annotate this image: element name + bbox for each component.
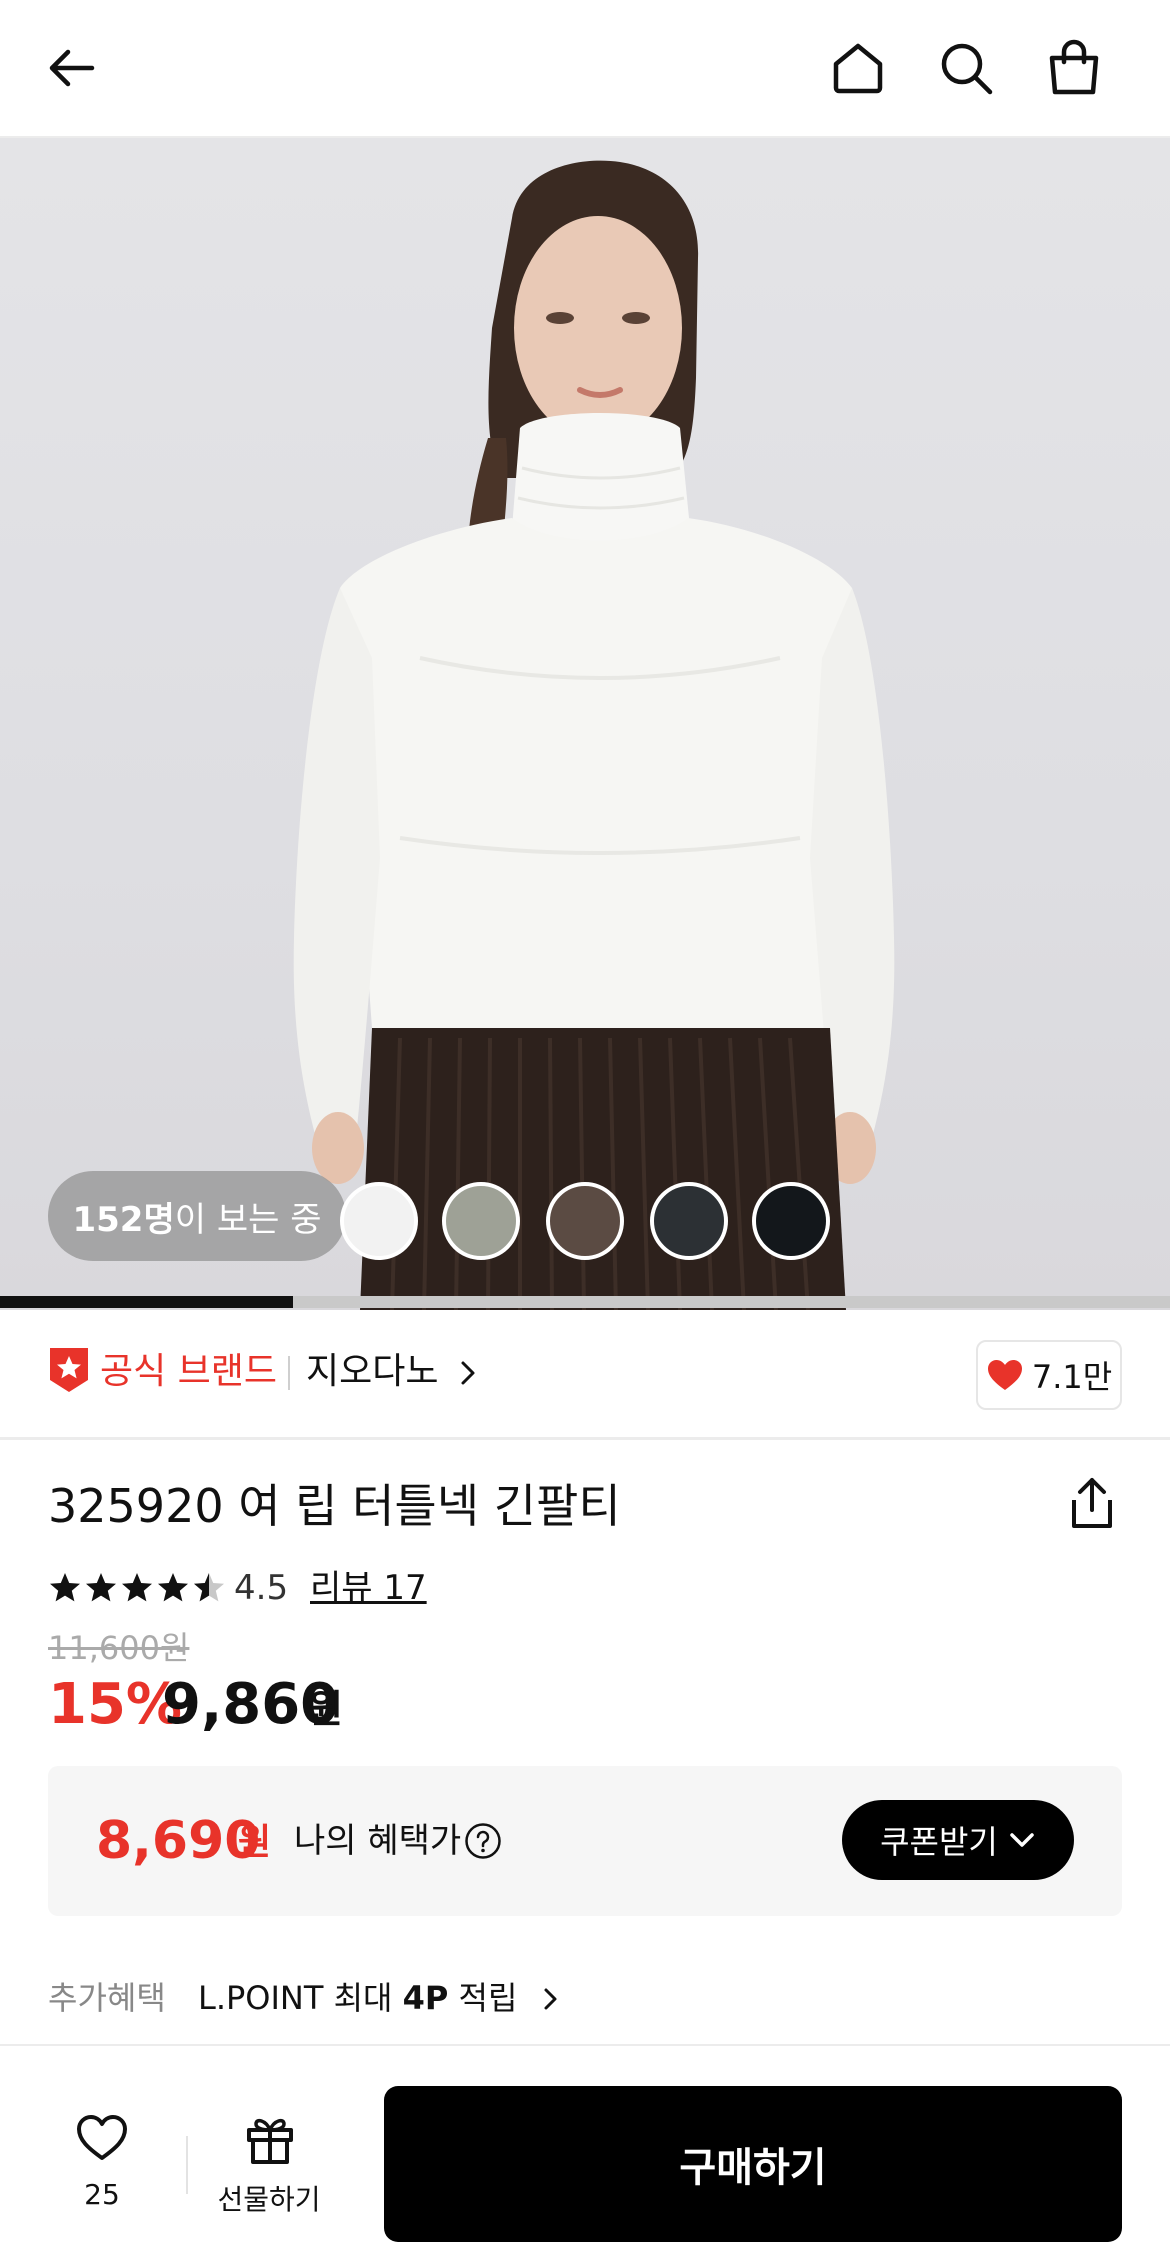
back-arrow-icon [49,49,95,87]
divider [288,1356,290,1390]
rating-stars [48,1568,228,1608]
carousel-progress-fill [0,1296,293,1308]
heart-filled-icon [987,1360,1022,1390]
home-icon [833,43,883,94]
star-icon [122,1573,152,1602]
extra-benefit-label: 추가혜택 [48,1979,166,2017]
chevron-down-icon [1010,1833,1034,1847]
color-swatch[interactable] [650,1182,728,1260]
star-icon [50,1573,80,1602]
shopping-bag-icon [1049,39,1099,95]
get-coupon-button[interactable]: 쿠폰받기 [842,1800,1074,1880]
extra-benefit-suffix: 적립 [448,1979,518,2017]
home-button[interactable] [818,28,898,108]
wishlist-count: 25 [84,2178,120,2211]
cart-button[interactable] [1034,28,1114,108]
original-price: 11,600원 [48,1629,190,1667]
star-icon [86,1573,116,1602]
live-viewers-badge: 152명 이 보는 중 [48,1171,346,1261]
review-link[interactable]: 리뷰 17 [310,1566,427,1610]
product-image-carousel[interactable]: 152명 이 보는 중 [0,138,1170,1310]
heart-outline-icon [77,2115,127,2160]
sale-price-currency: 원 [308,1687,343,1731]
gift-icon [247,2118,293,2164]
viewers-count: 152명 [72,1199,175,1240]
star-icon [158,1573,188,1602]
official-badge-icon [50,1348,88,1392]
product-photo [293,160,895,1310]
coupon-button-label: 쿠폰받기 [880,1823,998,1861]
buy-button[interactable]: 구매하기 [384,2086,1122,2242]
official-brand-label: 공식 브랜드 [100,1351,278,1392]
brand-name-link[interactable]: 지오다노 [306,1350,438,1394]
back-button[interactable] [32,28,112,108]
share-icon[interactable] [1064,1474,1120,1534]
color-swatch[interactable] [546,1182,624,1260]
product-title: 325920 여 립 터틀넥 긴팔티 [48,1479,621,1533]
color-swatch[interactable] [340,1182,418,1260]
rating-value: 4.5 [234,1568,289,1608]
brand-like-button[interactable]: 7.1만 [976,1340,1122,1410]
color-swatch[interactable] [442,1182,520,1260]
brand-row: 공식 브랜드 지오다노 7.1만 [0,1310,1170,1440]
search-icon [941,43,993,95]
like-count: 7.1만 [1031,1358,1113,1396]
extra-benefit-link[interactable]: L.POINT 최대 4P 적립 [198,1976,517,2020]
extra-benefit-prefix: L.POINT 최대 [198,1979,403,2017]
color-swatch[interactable] [752,1182,830,1260]
bottom-action-bar: 25 선물하기 구매하기 [0,2044,1170,2254]
my-benefit-box: 8,690 원 나의 혜택가 쿠폰받기 [48,1766,1122,1916]
benefit-currency: 원 [238,1822,272,1863]
chevron-right-icon[interactable] [540,1986,560,2012]
chevron-right-icon[interactable] [456,1358,480,1388]
carousel-progress [0,1296,1170,1308]
gift-label: 선물하기 [217,2183,321,2216]
benefit-price: 8,690 [96,1811,261,1871]
help-icon[interactable] [464,1822,502,1860]
gift-button[interactable]: 선물하기 [206,2114,332,2224]
extra-benefit-points: 4P [402,1979,449,2017]
product-detail-page: 152명 이 보는 중 공식 브랜드 지오다노 7.1만 325920 여 립 터… [0,0,1170,2254]
top-app-bar [0,0,1170,138]
search-button[interactable] [926,28,1006,108]
divider [186,2136,188,2194]
wishlist-button[interactable]: 25 [52,2114,152,2224]
viewers-suffix: 이 보는 중 [174,1199,322,1240]
star-icon [194,1573,224,1602]
benefit-label: 나의 혜택가 [294,1821,462,1861]
